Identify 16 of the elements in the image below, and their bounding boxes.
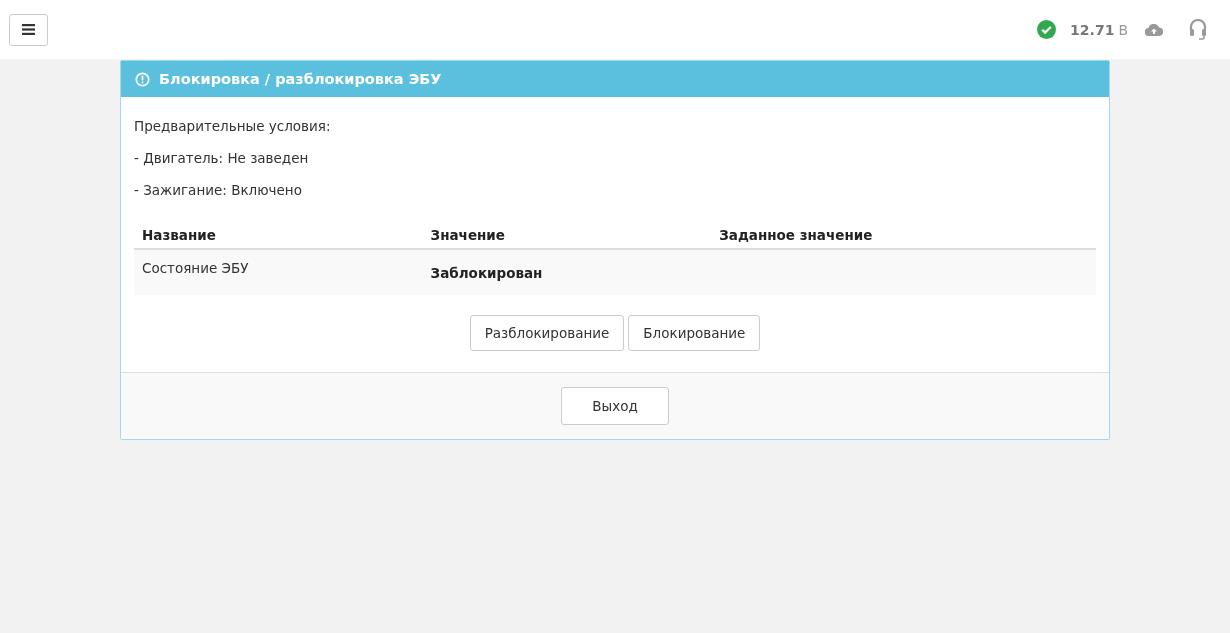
condition-text: - Двигатель: Не заведен: [134, 149, 310, 168]
condition-text: Предварительные условия:: [134, 117, 332, 136]
action-button[interactable]: Разблокирование: [469, 315, 625, 351]
menu-icon: [22, 24, 35, 35]
condition-text: - Зажигание: Включено: [134, 181, 303, 200]
dialog-title: Блокировка / разблокировка ЭБУ: [159, 71, 442, 87]
table-cell: Состояние ЭБУ: [134, 249, 423, 295]
exclamation-circle-icon: [135, 71, 150, 87]
cloud-upload-icon: [1145, 23, 1163, 36]
voltage-unit: В: [1118, 21, 1128, 38]
headset-icon[interactable]: [1189, 19, 1207, 40]
table-cell: Заблокирован: [422, 249, 712, 295]
voltage-reading: 12.71: [1070, 21, 1115, 38]
menu-button[interactable]: [9, 13, 48, 46]
exit-button[interactable]: Выход: [561, 387, 669, 425]
action-button[interactable]: Блокирование: [628, 315, 761, 351]
